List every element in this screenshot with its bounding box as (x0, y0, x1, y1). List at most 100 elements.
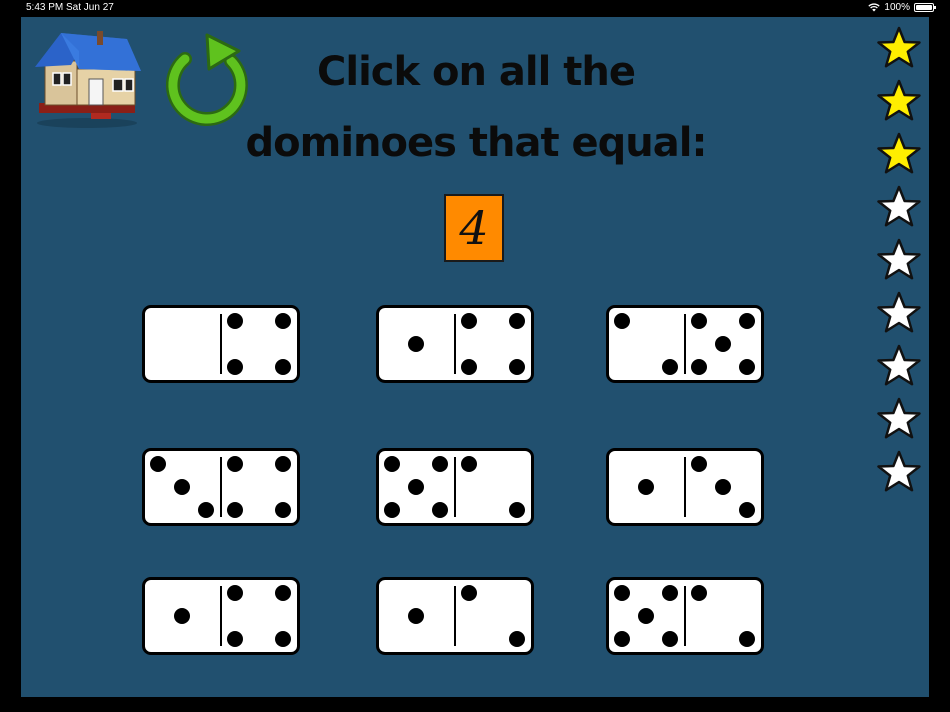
domino-left-half (379, 451, 454, 523)
domino-pip (227, 585, 243, 601)
domino-pip (275, 585, 291, 601)
battery-percent: 100% (884, 2, 910, 13)
domino-pip (509, 359, 525, 375)
star-icon (877, 185, 921, 227)
star-icon (877, 450, 921, 492)
domino-left-half (145, 580, 220, 652)
domino-right-half (456, 580, 531, 652)
domino-left-half (609, 308, 684, 380)
domino-tile[interactable] (142, 448, 300, 526)
wifi-icon (868, 3, 881, 12)
domino-right-half (686, 451, 761, 523)
domino-right-half (456, 308, 531, 380)
domino-pip (739, 502, 755, 518)
domino-tile[interactable] (376, 448, 534, 526)
status-time: 5:43 PM (26, 2, 64, 13)
domino-pip (227, 456, 243, 472)
domino-pip (461, 313, 477, 329)
domino-pip (691, 456, 707, 472)
domino-divider (684, 586, 686, 646)
star-icon (877, 344, 921, 386)
domino-pip (461, 456, 477, 472)
domino-pip (408, 336, 424, 352)
domino-pip (691, 585, 707, 601)
domino-tile[interactable] (376, 577, 534, 655)
domino-pip (662, 631, 678, 647)
domino-pip (150, 456, 166, 472)
domino-pip (614, 313, 630, 329)
domino-pip (691, 313, 707, 329)
domino-tile[interactable] (142, 305, 300, 383)
domino-divider (220, 457, 222, 517)
domino-pip (509, 502, 525, 518)
domino-tile[interactable] (142, 577, 300, 655)
status-bar: 5:43 PM Sat Jun 27 100% (0, 0, 950, 16)
domino-pip (174, 608, 190, 624)
domino-left-half (379, 580, 454, 652)
domino-divider (454, 457, 456, 517)
domino-pip (638, 608, 654, 624)
domino-pip (691, 359, 707, 375)
domino-pip (461, 359, 477, 375)
domino-pip (408, 479, 424, 495)
star-icon (877, 79, 921, 121)
domino-pip (275, 631, 291, 647)
star-icon (877, 238, 921, 280)
domino-right-half (686, 580, 761, 652)
domino-left-half (145, 451, 220, 523)
domino-pip (408, 608, 424, 624)
domino-pip (275, 502, 291, 518)
domino-pip (432, 502, 448, 518)
domino-tile[interactable] (606, 305, 764, 383)
domino-left-half (379, 308, 454, 380)
domino-pip (614, 585, 630, 601)
domino-divider (220, 586, 222, 646)
domino-pip (227, 313, 243, 329)
domino-right-half (456, 451, 531, 523)
house-icon[interactable] (31, 25, 143, 129)
domino-left-half (609, 580, 684, 652)
instruction-line-2: dominoes that equal: (245, 120, 708, 166)
domino-pip (638, 479, 654, 495)
domino-pip (227, 631, 243, 647)
battery-icon (914, 3, 936, 12)
domino-left-half (609, 451, 684, 523)
domino-divider (220, 314, 222, 374)
domino-pip (739, 313, 755, 329)
domino-pip (275, 313, 291, 329)
domino-left-half (145, 308, 220, 380)
domino-pip (715, 479, 731, 495)
star-icon (877, 132, 921, 174)
domino-right-half (222, 308, 297, 380)
domino-right-half (222, 580, 297, 652)
domino-pip (384, 456, 400, 472)
domino-pip (174, 479, 190, 495)
domino-pip (662, 585, 678, 601)
replay-arrow-icon[interactable] (159, 29, 253, 127)
domino-pip (275, 359, 291, 375)
game-area: Click on all the dominoes that equal: 4 (21, 17, 929, 697)
domino-tile[interactable] (606, 448, 764, 526)
domino-tile[interactable] (606, 577, 764, 655)
domino-pip (432, 456, 448, 472)
domino-pip (614, 631, 630, 647)
domino-pip (739, 359, 755, 375)
domino-right-half (222, 451, 297, 523)
domino-pip (461, 585, 477, 601)
domino-pip (662, 359, 678, 375)
status-right: 100% (868, 2, 936, 13)
instruction-line-1: Click on all the (317, 49, 636, 95)
star-icon (877, 26, 921, 68)
domino-pip (227, 359, 243, 375)
star-icon (877, 291, 921, 333)
domino-pip (275, 456, 291, 472)
domino-divider (684, 457, 686, 517)
domino-pip (227, 502, 243, 518)
domino-pip (384, 502, 400, 518)
domino-pip (509, 631, 525, 647)
target-number: 4 (444, 194, 504, 262)
domino-pip (198, 502, 214, 518)
domino-divider (454, 586, 456, 646)
status-date: Sat Jun 27 (66, 2, 114, 13)
domino-tile[interactable] (376, 305, 534, 383)
